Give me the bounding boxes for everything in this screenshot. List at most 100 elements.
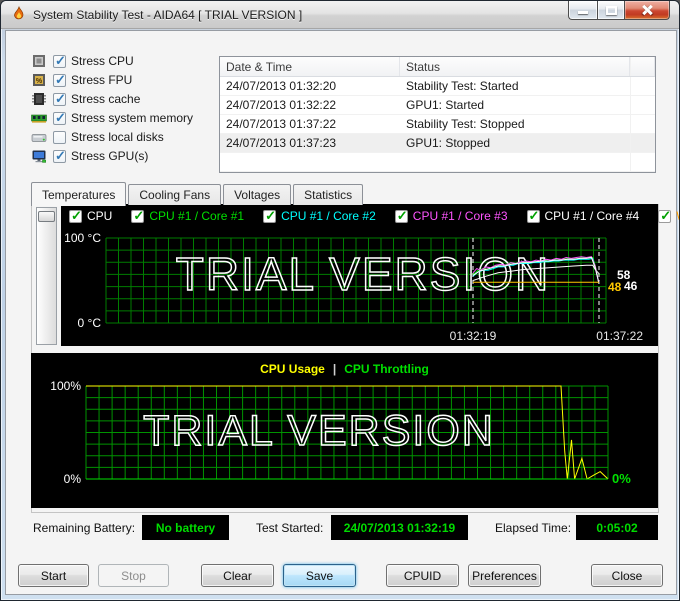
- x-axis-tick: 01:32:19: [450, 329, 497, 343]
- window-title: System Stability Test - AIDA64 [ TRIAL V…: [33, 8, 303, 22]
- cpu-icon: [31, 53, 47, 69]
- legend-item: WDC WD1600: [658, 208, 679, 224]
- cpuid-button[interactable]: CPUID: [386, 564, 459, 587]
- legend-label: CPU #1 / Core #4: [544, 209, 640, 223]
- cache-icon: [31, 91, 47, 107]
- legend-checkbox[interactable]: [69, 208, 82, 224]
- log-cell-empty: [630, 77, 655, 95]
- stress-option-checkbox[interactable]: [53, 110, 66, 126]
- log-cell-datetime: 24/07/2013 01:32:22: [226, 98, 337, 112]
- tab-temperatures[interactable]: Temperatures: [31, 182, 127, 206]
- event-log-table: Date & Time Status 24/07/2013 01:32:20 St…: [219, 56, 656, 173]
- status-value-display: 24/07/2013 01:32:19: [331, 515, 468, 540]
- cpu-usage-chart: CPU Usage | CPU Throttling TRIAL VERSION 10…: [31, 353, 658, 508]
- temperature-plot: TRIAL VERSION100 °C0 °C01:32:19 01:37:225…: [64, 231, 643, 343]
- table-row[interactable]: 24/07/2013 01:37:23 GPU1: Stopped: [220, 134, 655, 153]
- status-label: Remaining Battery:: [33, 521, 136, 535]
- log-cell-empty: [630, 134, 655, 152]
- log-table-header: Date & Time Status: [220, 57, 655, 77]
- flame-icon: [14, 6, 24, 20]
- slider-thumb[interactable]: [38, 211, 55, 222]
- stress-option-checkbox[interactable]: [53, 53, 66, 69]
- start-button[interactable]: Start: [18, 564, 89, 587]
- chart-title-part: |: [332, 362, 337, 376]
- legend-checkbox[interactable]: [394, 208, 408, 224]
- cpu-usage-plot: TRIAL VERSION 100% 0% 0%: [50, 379, 631, 486]
- disk-icon: [31, 129, 47, 145]
- preferences-button[interactable]: Preferences: [468, 564, 541, 587]
- status-value-display: No battery: [142, 515, 229, 540]
- chart-scale-slider[interactable]: [36, 207, 57, 345]
- stress-option-row: Stress local disks: [31, 128, 193, 146]
- status-bar: Remaining Battery: No battery Test Started…: [1, 515, 679, 541]
- y-axis-label: 0%: [64, 472, 82, 486]
- stress-option-label: Stress GPU(s): [71, 149, 149, 163]
- minimize-button[interactable]: [568, 1, 597, 20]
- titlebar: System Stability Test - AIDA64 [ TRIAL V…: [1, 1, 679, 29]
- tab-strip: Temperatures Cooling Fans Voltages Statisti…: [31, 181, 365, 206]
- y-axis-label: 100%: [50, 379, 81, 393]
- column-header-empty: [630, 57, 655, 76]
- current-value-label: 46: [624, 279, 638, 293]
- log-cell-datetime: 24/07/2013 01:37:22: [226, 117, 337, 131]
- legend-item: CPU #1 / Core #4: [526, 208, 640, 224]
- log-cell-datetime: 24/07/2013 01:37:23: [226, 136, 337, 150]
- table-row[interactable]: 24/07/2013 01:37:22 Stability Test: Stopp…: [220, 115, 655, 134]
- legend-label: CPU: [87, 209, 113, 223]
- column-header-status[interactable]: Status: [400, 57, 630, 76]
- log-cell-status: Stability Test: Started: [406, 79, 519, 93]
- legend-item: CPU: [69, 208, 113, 224]
- close-button[interactable]: [625, 1, 670, 20]
- legend-label: CPU #1 / Core #3: [412, 209, 508, 223]
- stress-option-checkbox[interactable]: [53, 130, 66, 144]
- tab-statistics[interactable]: Statistics: [293, 184, 364, 205]
- stress-option-label: Stress system memory: [71, 111, 194, 125]
- y-axis-label: 100 °C: [64, 231, 101, 245]
- table-row-empty: [220, 153, 655, 172]
- current-value-label: 48: [608, 280, 622, 294]
- stress-option-row: Stress cache: [31, 90, 193, 108]
- app-window: System Stability Test - AIDA64 [ TRIAL V…: [0, 0, 680, 601]
- legend-checkbox[interactable]: [658, 208, 672, 224]
- stress-options-list: Stress CPU% Stress FPU Stress cache Stress …: [31, 52, 193, 166]
- save-button[interactable]: Save: [283, 564, 356, 587]
- stress-option-checkbox[interactable]: [53, 72, 66, 88]
- y-axis-label: 0 °C: [78, 316, 102, 330]
- memory-icon: [31, 110, 47, 126]
- stress-option-checkbox[interactable]: [53, 148, 66, 164]
- cpu-usage-chart-title: CPU Usage | CPU Throttling: [31, 362, 658, 376]
- end-value-label: 0%: [612, 471, 631, 486]
- legend-item: CPU #1 / Core #3: [394, 208, 508, 224]
- trial-watermark: TRIAL VERSION: [143, 407, 495, 455]
- stress-option-row: % Stress FPU: [31, 71, 193, 89]
- table-row[interactable]: 24/07/2013 01:32:22 GPU1: Started: [220, 96, 655, 115]
- minimize-icon: [578, 11, 588, 14]
- temperature-chart: CPU CPU #1 / Core #1 CPU #1 / Core #2 CPU #…: [61, 204, 679, 346]
- x-axis-tick: 01:37:22: [596, 329, 643, 343]
- chart-title-part: CPU Throttling: [344, 362, 429, 376]
- stress-option-checkbox[interactable]: [53, 91, 66, 107]
- legend-label: CPU #1 / Core #1: [149, 209, 245, 223]
- stress-option-row: Stress system memory: [31, 109, 193, 127]
- stop-button: Stop: [98, 564, 169, 587]
- close-button[interactable]: Close: [591, 564, 663, 587]
- fpu-icon: %: [31, 72, 47, 88]
- legend-checkbox[interactable]: [526, 208, 540, 224]
- stress-option-label: Stress cache: [71, 92, 141, 106]
- log-cell-datetime: 24/07/2013 01:32:20: [226, 79, 337, 93]
- log-cell-status: Stability Test: Stopped: [406, 117, 525, 131]
- stress-option-row: Stress GPU(s): [31, 147, 193, 165]
- stress-option-row: Stress CPU: [31, 52, 193, 70]
- stress-option-label: Stress FPU: [71, 73, 133, 87]
- status-label: Elapsed Time:: [495, 521, 572, 535]
- log-cell-empty: [630, 115, 655, 133]
- clear-button[interactable]: Clear: [201, 564, 274, 587]
- table-row[interactable]: 24/07/2013 01:32:20 Stability Test: Start…: [220, 77, 655, 96]
- tab-voltages[interactable]: Voltages: [223, 184, 292, 205]
- legend-checkbox[interactable]: [263, 208, 277, 224]
- tab-cooling-fans[interactable]: Cooling Fans: [128, 184, 222, 205]
- column-header-date-time[interactable]: Date & Time: [220, 57, 400, 76]
- maximize-button[interactable]: [597, 1, 625, 20]
- legend-label: WDC WD1600: [676, 209, 679, 223]
- legend-checkbox[interactable]: [131, 208, 145, 224]
